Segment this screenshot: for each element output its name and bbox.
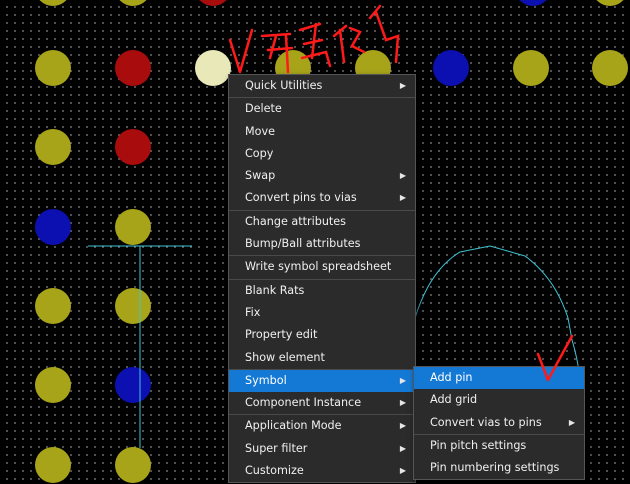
symbol-submenu: Add pin Add grid Convert vias to pins ▶ P… xyxy=(413,366,585,481)
menu-item-label: Add pin xyxy=(430,371,473,384)
menu-item-label: Convert pins to vias xyxy=(245,191,357,205)
submenu-arrow-icon: ▶ xyxy=(399,443,406,453)
submenu-item-add-pin[interactable]: Add pin xyxy=(414,367,584,390)
menu-item-label: Write symbol spreadsheet xyxy=(245,260,392,274)
menu-item-label: Quick Utilities xyxy=(245,79,323,92)
pad-yellow[interactable] xyxy=(35,367,71,403)
pad-yellow[interactable] xyxy=(35,288,71,324)
pad-yellow[interactable] xyxy=(513,50,549,86)
menu-item-super-filter[interactable]: Super filter ▶ xyxy=(229,438,415,460)
menu-item-label: Swap xyxy=(245,169,276,183)
menu-item-label: Application Mode xyxy=(245,419,342,433)
submenu-arrow-icon: ▶ xyxy=(399,398,406,408)
submenu-item-pin-numbering-settings[interactable]: Pin numbering settings xyxy=(414,457,584,479)
trace-arc[interactable] xyxy=(414,245,581,381)
menu-item-label: Fix xyxy=(245,305,261,319)
pad-red[interactable] xyxy=(115,50,151,86)
menu-item-label: Add grid xyxy=(430,393,478,407)
menu-item-label: Change attributes xyxy=(245,214,347,228)
submenu-arrow-icon: ▶ xyxy=(399,466,406,476)
pad-red[interactable] xyxy=(195,0,231,6)
menu-item-label: Delete xyxy=(245,102,282,116)
menu-item-write-symbol-spreadsheet[interactable]: Write symbol spreadsheet xyxy=(229,255,415,278)
menu-item-quick-utilities[interactable]: Quick Utilities ▶ xyxy=(229,75,415,97)
context-menu: Quick Utilities ▶ Delete Move Copy Swap ▶ … xyxy=(228,74,416,484)
menu-item-application-mode[interactable]: Application Mode ▶ xyxy=(229,414,415,437)
menu-item-customize[interactable]: Customize ▶ xyxy=(229,460,415,482)
pad-yellow[interactable] xyxy=(592,0,628,6)
menu-item-component-instance[interactable]: Component Instance ▶ xyxy=(229,392,415,414)
menu-item-label: Customize xyxy=(245,464,304,478)
menu-item-label: Show element xyxy=(245,350,325,364)
submenu-item-convert-vias-to-pins[interactable]: Convert vias to pins ▶ xyxy=(414,412,584,434)
submenu-arrow-icon: ▶ xyxy=(399,375,406,385)
menu-item-label: Property edit xyxy=(245,328,318,342)
menu-item-fix[interactable]: Fix xyxy=(229,302,415,324)
menu-item-swap[interactable]: Swap ▶ xyxy=(229,165,415,187)
menu-item-label: Bump/Ball attributes xyxy=(245,237,361,251)
pad-blue[interactable] xyxy=(35,209,71,245)
pad-blue[interactable] xyxy=(115,367,151,403)
menu-item-label: Copy xyxy=(245,146,274,160)
pad-red[interactable] xyxy=(115,129,151,165)
pad-yellow[interactable] xyxy=(35,129,71,165)
pad-yellow[interactable] xyxy=(115,447,151,483)
pad-blue[interactable] xyxy=(433,50,469,86)
menu-item-label: Pin numbering settings xyxy=(430,461,560,475)
submenu-item-pin-pitch-settings[interactable]: Pin pitch settings xyxy=(414,433,584,457)
pad-yellow[interactable] xyxy=(35,0,71,6)
menu-item-bump-ball-attributes[interactable]: Bump/Ball attributes xyxy=(229,233,415,255)
menu-item-show-element[interactable]: Show element xyxy=(229,347,415,369)
menu-item-delete[interactable]: Delete xyxy=(229,97,415,120)
menu-item-change-attributes[interactable]: Change attributes xyxy=(229,209,415,233)
menu-item-convert-pins-to-vias[interactable]: Convert pins to vias ▶ xyxy=(229,187,415,209)
pad-yellow[interactable] xyxy=(115,288,151,324)
menu-item-label: Pin pitch settings xyxy=(430,438,527,452)
pad-selected[interactable] xyxy=(195,50,231,86)
menu-item-copy[interactable]: Copy xyxy=(229,143,415,165)
submenu-arrow-icon: ▶ xyxy=(399,193,406,203)
menu-item-symbol[interactable]: Symbol ▶ xyxy=(229,368,415,393)
menu-item-blank-rats[interactable]: Blank Rats xyxy=(229,278,415,302)
menu-item-property-edit[interactable]: Property edit xyxy=(229,324,415,346)
submenu-arrow-icon: ▶ xyxy=(399,171,406,181)
submenu-item-add-grid[interactable]: Add grid xyxy=(414,389,584,411)
pad-yellow[interactable] xyxy=(35,447,71,483)
submenu-arrow-icon: ▶ xyxy=(568,417,575,427)
submenu-arrow-icon: ▶ xyxy=(399,421,406,431)
pad-yellow[interactable] xyxy=(115,0,151,6)
pad-yellow[interactable] xyxy=(592,50,628,86)
menu-item-label: Blank Rats xyxy=(245,283,305,297)
pad-blue[interactable] xyxy=(515,0,551,6)
pad-yellow[interactable] xyxy=(35,50,71,86)
submenu-arrow-icon: ▶ xyxy=(399,81,406,90)
menu-item-label: Symbol xyxy=(245,373,287,387)
menu-item-label: Component Instance xyxy=(245,396,362,410)
menu-item-label: Move xyxy=(245,124,276,138)
menu-item-label: Convert vias to pins xyxy=(430,415,542,429)
menu-item-label: Super filter xyxy=(245,441,308,455)
pad-yellow[interactable] xyxy=(115,209,151,245)
menu-item-move[interactable]: Move xyxy=(229,121,415,143)
